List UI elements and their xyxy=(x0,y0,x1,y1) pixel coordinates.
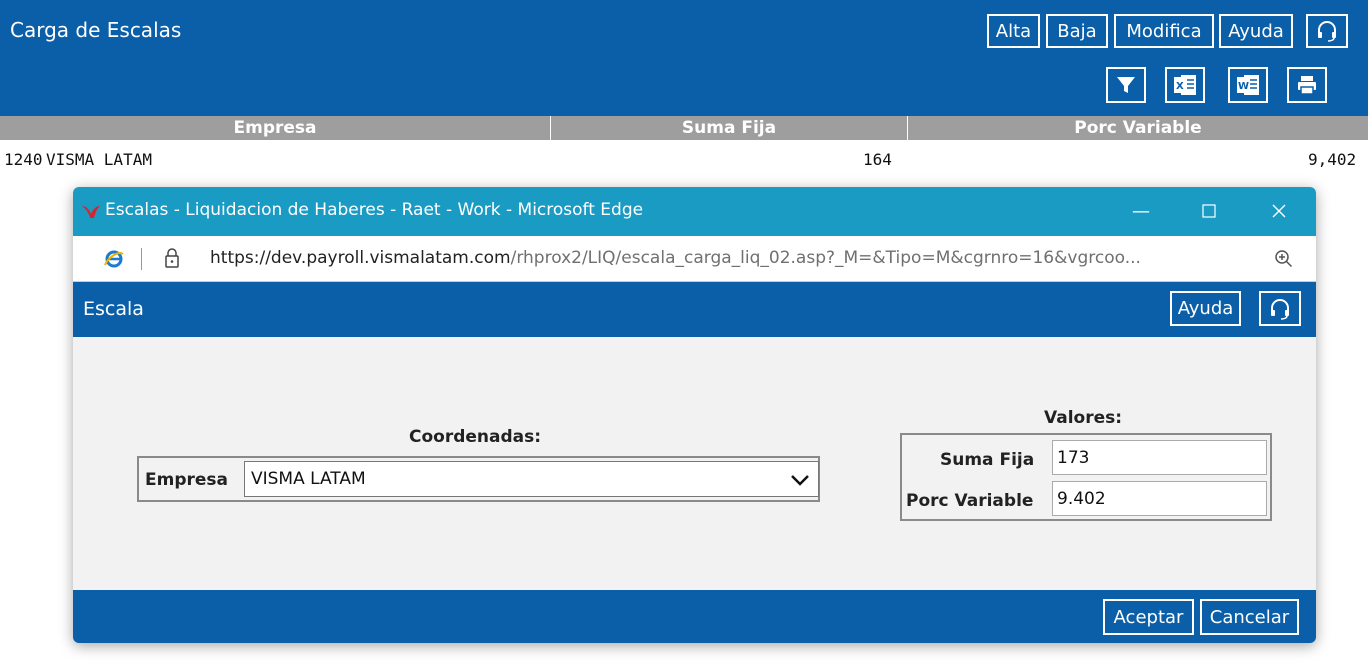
headset-icon xyxy=(1318,21,1336,42)
dialog-body: Coordenadas: Empresa VISMA LATAM Valores… xyxy=(73,337,1316,590)
excel-icon: X xyxy=(1174,75,1196,95)
empresa-select[interactable]: VISMA LATAM xyxy=(244,461,819,497)
chevron-down-icon xyxy=(791,475,809,486)
ayuda-button[interactable]: Ayuda xyxy=(1219,14,1293,48)
empresa-label: Empresa xyxy=(145,470,228,490)
ie-mode-icon xyxy=(104,250,124,268)
minimize-button[interactable]: — xyxy=(1126,197,1156,225)
lock-icon xyxy=(165,248,179,268)
empresa-selected-value: VISMA LATAM xyxy=(251,469,366,489)
table-row[interactable]: 1240 VISMA LATAM 164 9,402 xyxy=(0,146,1368,172)
url-host: https://dev.payroll.vismalatam.com xyxy=(210,248,511,268)
row-suma-fija: 164 xyxy=(863,150,892,169)
dialog-headset-button[interactable] xyxy=(1259,291,1301,326)
coordenadas-label: Coordenadas: xyxy=(409,427,542,447)
excel-export-button[interactable]: X xyxy=(1165,67,1205,103)
porc-variable-input[interactable]: 9.402 xyxy=(1052,481,1267,516)
page-title: Carga de Escalas xyxy=(10,18,182,42)
dialog-footer: Aceptar Cancelar xyxy=(73,590,1316,643)
filter-icon xyxy=(1117,77,1135,93)
maximize-button[interactable] xyxy=(1194,197,1224,225)
column-header-empresa[interactable]: Empresa xyxy=(0,116,551,140)
row-codigo: 1240 xyxy=(4,150,43,169)
headset-icon xyxy=(1271,298,1289,320)
coordenadas-fieldset: Empresa VISMA LATAM xyxy=(137,456,820,502)
browser-window-title: Escalas - Liquidacion de Haberes - Raet … xyxy=(105,200,644,220)
dialog-header: Escala Ayuda xyxy=(73,282,1316,337)
porc-variable-label: Porc Variable xyxy=(906,491,1034,511)
app-header: Carga de Escalas Alta Baja Modifica Ayud… xyxy=(0,0,1368,116)
filter-button[interactable] xyxy=(1106,67,1146,103)
dialog-title: Escala xyxy=(83,298,144,320)
cancelar-button[interactable]: Cancelar xyxy=(1200,599,1299,635)
print-icon xyxy=(1298,76,1316,95)
suma-fija-input[interactable]: 173 xyxy=(1052,440,1267,475)
dialog-ayuda-button[interactable]: Ayuda xyxy=(1170,291,1241,326)
column-header-porc-variable[interactable]: Porc Variable xyxy=(908,116,1368,140)
close-button[interactable] xyxy=(1264,197,1294,225)
column-header-suma-fija[interactable]: Suma Fija xyxy=(551,116,908,140)
aceptar-button[interactable]: Aceptar xyxy=(1103,599,1194,635)
grid-header: Empresa Suma Fija Porc Variable xyxy=(0,116,1368,140)
address-bar[interactable]: https://dev.payroll.vismalatam.com/rhpro… xyxy=(73,236,1316,282)
suma-fija-label: Suma Fija xyxy=(940,450,1035,470)
valores-label: Valores: xyxy=(1044,408,1123,428)
baja-button[interactable]: Baja xyxy=(1046,14,1108,48)
headset-button[interactable] xyxy=(1306,14,1348,48)
url-path: /rhprox2/LIQ/escala_carga_liq_02.asp?_M=… xyxy=(510,248,1141,268)
porc-variable-value: 9.402 xyxy=(1057,489,1106,509)
url-text[interactable]: https://dev.payroll.vismalatam.com/rhpro… xyxy=(210,248,1141,268)
word-icon: W xyxy=(1237,75,1259,95)
word-export-button[interactable]: W xyxy=(1228,67,1268,103)
svg-text:W: W xyxy=(1238,81,1249,92)
browser-titlebar: Escalas - Liquidacion de Haberes - Raet … xyxy=(73,187,1316,236)
minimize-icon: — xyxy=(1132,200,1150,222)
zoom-icon[interactable] xyxy=(1273,248,1295,270)
modifica-button[interactable]: Modifica xyxy=(1114,14,1214,48)
svg-text:X: X xyxy=(1176,81,1184,92)
row-porc-variable: 9,402 xyxy=(1308,150,1357,169)
close-icon xyxy=(1272,204,1286,218)
suma-fija-value: 173 xyxy=(1057,448,1090,468)
maximize-icon xyxy=(1202,204,1216,218)
visma-logo-icon xyxy=(82,206,100,218)
browser-popup-window: Escalas - Liquidacion de Haberes - Raet … xyxy=(73,187,1316,643)
valores-fieldset: Suma Fija 173 Porc Variable 9.402 xyxy=(900,433,1272,521)
alta-button[interactable]: Alta xyxy=(987,14,1040,48)
row-empresa: VISMA LATAM xyxy=(46,150,152,169)
print-button[interactable] xyxy=(1287,67,1327,103)
address-divider xyxy=(141,248,142,270)
